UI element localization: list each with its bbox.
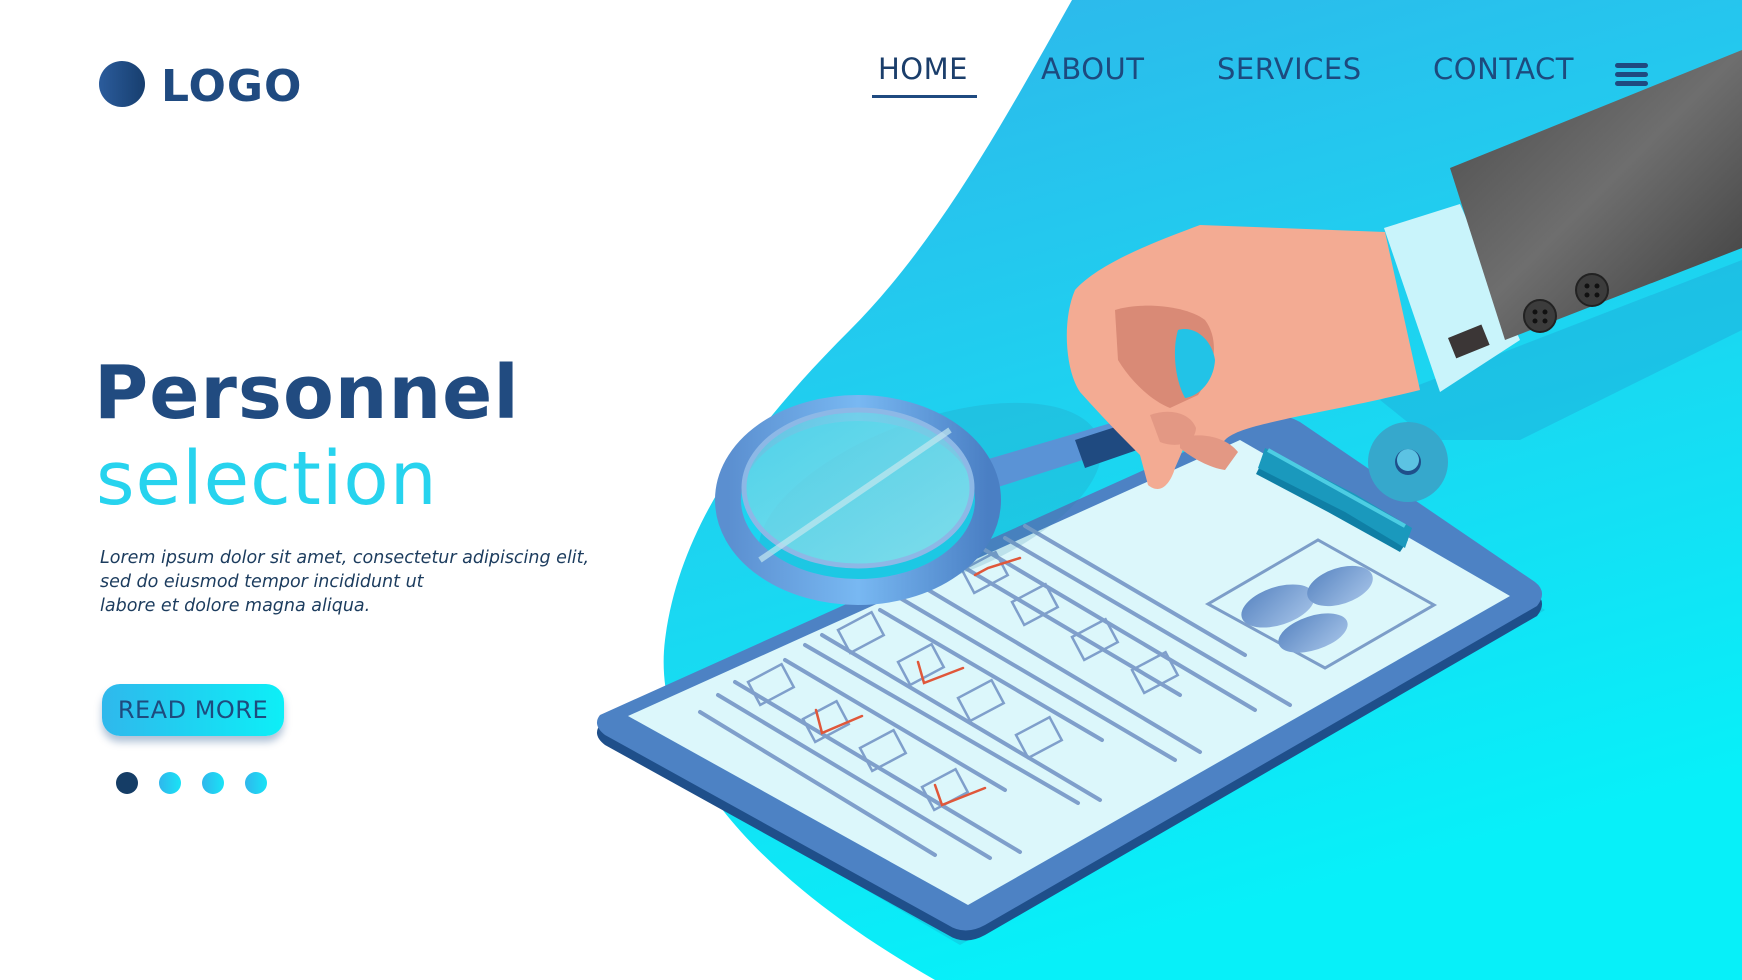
active-nav-underline xyxy=(872,95,977,98)
nav-home[interactable]: HOME xyxy=(878,52,968,86)
read-more-button[interactable]: READ MORE xyxy=(102,684,284,736)
slider-dot[interactable] xyxy=(159,772,181,794)
nav-services[interactable]: SERVICES xyxy=(1217,52,1362,86)
nav-about[interactable]: ABOUT xyxy=(1041,52,1145,86)
slider-dot[interactable] xyxy=(116,772,138,794)
description-line: labore et dolore magna aliqua. xyxy=(100,596,371,616)
hero-title-line2: selection xyxy=(96,436,438,522)
slider-dot[interactable] xyxy=(245,772,267,794)
hero-description: Lorem ipsum dolor sit amet, consectetur … xyxy=(100,546,589,618)
main-nav: HOME ABOUT SERVICES CONTACT xyxy=(0,52,1742,112)
hero-title-line1: Personnel xyxy=(94,350,520,436)
nav-contact[interactable]: CONTACT xyxy=(1433,52,1574,86)
hamburger-menu-icon[interactable] xyxy=(1615,63,1648,87)
description-line: sed do eiusmod tempor incididunt ut xyxy=(100,572,424,592)
slider-pagination xyxy=(116,772,267,794)
description-line: Lorem ipsum dolor sit amet, consectetur … xyxy=(100,548,590,568)
slider-dot[interactable] xyxy=(202,772,224,794)
